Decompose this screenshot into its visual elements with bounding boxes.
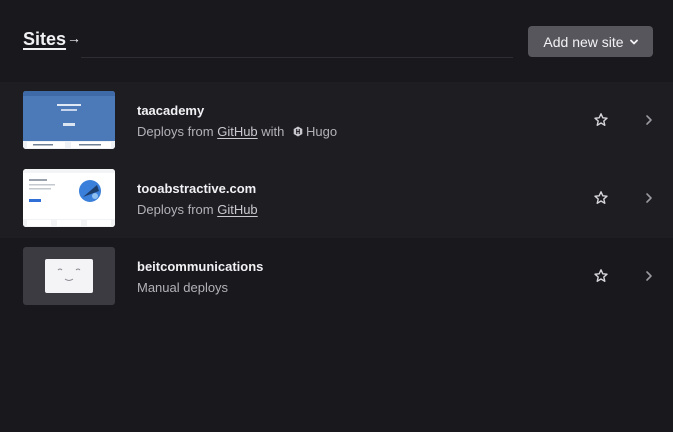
site-deploy-info: Manual deploys xyxy=(137,280,229,295)
site-name[interactable]: taacademy xyxy=(137,103,204,118)
site-name[interactable]: beitcommunications xyxy=(137,259,263,274)
site-row-tooabstractive[interactable]: tooabstractive.com Deploys from GitHub xyxy=(0,160,673,238)
chevron-right-icon[interactable] xyxy=(644,192,654,204)
sites-page: Sites → Add new site taacademy Deploys f… xyxy=(0,0,673,432)
add-new-site-button[interactable]: Add new site xyxy=(528,26,653,57)
site-deploy-info: Deploys from GitHub with Hugo xyxy=(137,124,337,139)
title-arrow-icon: → xyxy=(67,30,81,46)
site-deploy-info: Deploys from GitHub xyxy=(137,202,258,217)
site-name[interactable]: tooabstractive.com xyxy=(137,181,256,196)
star-outline-icon[interactable] xyxy=(593,268,609,284)
star-outline-icon[interactable] xyxy=(593,190,609,206)
with-text: with xyxy=(257,124,289,139)
site-screenshot-image xyxy=(23,169,115,227)
chevron-right-icon[interactable] xyxy=(644,114,654,126)
placeholder-face-image xyxy=(23,247,115,305)
page-header: Sites → Add new site xyxy=(23,26,653,60)
site-screenshot-image xyxy=(23,91,115,149)
page-title[interactable]: Sites xyxy=(23,29,66,50)
site-row-beitcommunications[interactable]: beitcommunications Manual deploys xyxy=(0,238,673,316)
framework-name: Hugo xyxy=(306,124,338,139)
chevron-right-icon[interactable] xyxy=(644,270,654,282)
add-new-site-label: Add new site xyxy=(543,33,624,50)
provider-link[interactable]: GitHub xyxy=(217,124,257,139)
star-outline-icon[interactable] xyxy=(593,112,609,128)
provider-link[interactable]: GitHub xyxy=(217,202,257,217)
site-list: taacademy Deploys from GitHub with Hugo xyxy=(0,82,673,316)
site-thumbnail[interactable] xyxy=(23,91,115,149)
header-divider xyxy=(81,57,513,58)
site-thumbnail[interactable] xyxy=(23,169,115,227)
site-thumbnail[interactable] xyxy=(23,247,115,305)
deploy-prefix: Deploys from xyxy=(137,202,218,217)
deploy-prefix: Deploys from xyxy=(137,124,218,139)
chevron-down-icon xyxy=(629,39,638,44)
site-row-taacademy[interactable]: taacademy Deploys from GitHub with Hugo xyxy=(0,82,673,160)
hugo-logo-icon xyxy=(293,126,303,137)
